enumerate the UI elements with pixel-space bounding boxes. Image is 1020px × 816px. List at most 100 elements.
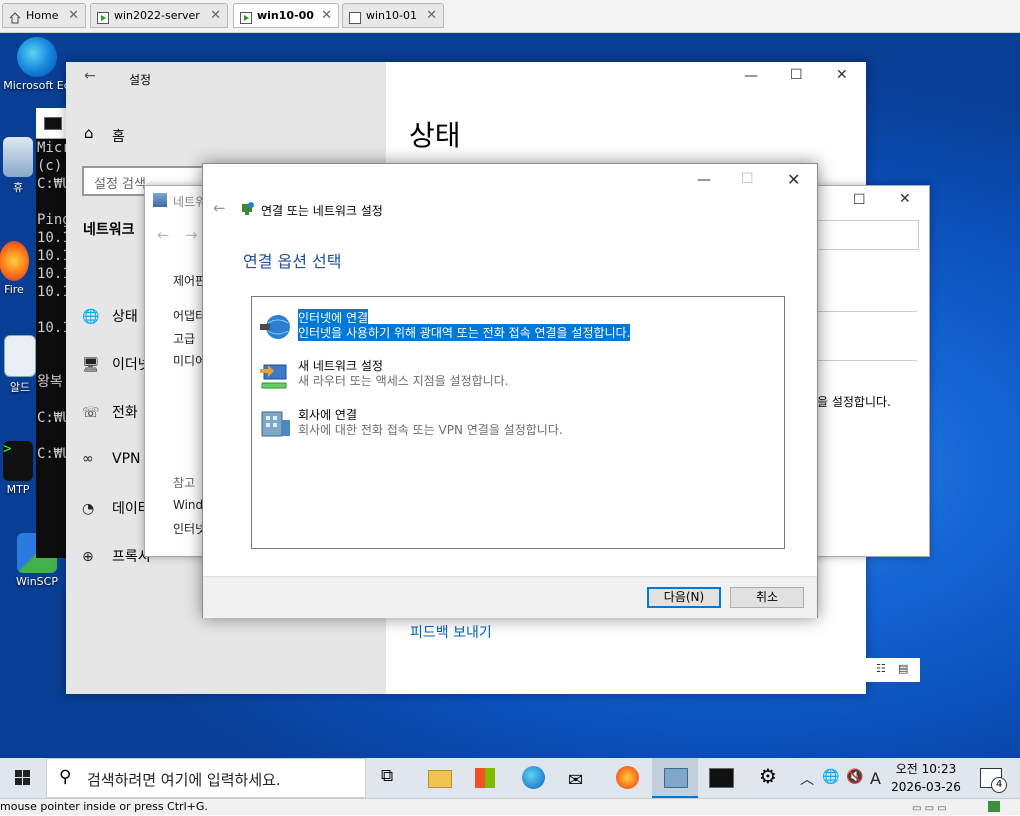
notification-center-icon[interactable]: 4 bbox=[980, 768, 1007, 793]
file-explorer-icon[interactable] bbox=[416, 758, 462, 798]
page-title: 상태 bbox=[409, 119, 461, 152]
search-placeholder: 설정 검색 bbox=[94, 177, 146, 192]
clock-date: 2026-03-26 bbox=[891, 780, 961, 794]
vpn-icon: ∞ bbox=[82, 451, 94, 467]
desktop-icon-label: Microsoft Ed bbox=[3, 79, 71, 92]
clock-time: 오전 10:23 bbox=[895, 762, 957, 776]
cancel-button[interactable]: 취소 bbox=[730, 587, 804, 608]
nav-item-proxy[interactable]: ⊕ 프록시 bbox=[82, 546, 151, 566]
feedback-link[interactable]: 피드백 보내기 bbox=[410, 622, 492, 642]
firefox-icon[interactable] bbox=[604, 758, 650, 798]
windows-logo-icon bbox=[15, 770, 30, 785]
nav-item-vpn[interactable]: ∞ VPN bbox=[82, 451, 141, 467]
data-usage-icon: ◔ bbox=[82, 501, 95, 517]
vm-tab-bar: Home ✕ win2022-server ✕ win10-00 ✕ win10… bbox=[0, 0, 1020, 33]
side-heading: 참고 bbox=[173, 476, 196, 490]
start-button[interactable] bbox=[0, 758, 46, 798]
vm-unity-icon[interactable] bbox=[988, 801, 1000, 812]
desktop-icon-label: WinSCP bbox=[16, 575, 58, 588]
console-taskbar-icon[interactable] bbox=[698, 758, 744, 798]
settings-gear-icon[interactable]: ⚙ bbox=[746, 758, 792, 798]
wizard-footer: 다음(N) 취소 bbox=[203, 576, 817, 618]
connection-options-list[interactable]: 인터넷에 연결 인터넷을 사용하기 위해 광대역 또는 전화 접속 연결을 설정… bbox=[251, 296, 785, 549]
vm-tab-win2022-server[interactable]: win2022-server ✕ bbox=[90, 3, 228, 28]
vm-icon bbox=[240, 9, 252, 24]
ethernet-icon: 🖥 bbox=[82, 357, 100, 373]
show-hidden-icons-chevron-icon[interactable]: ︿ bbox=[800, 769, 814, 789]
console-icon bbox=[44, 117, 62, 130]
maximize-icon[interactable]: ☐ bbox=[853, 192, 866, 208]
divider bbox=[817, 360, 917, 361]
close-icon[interactable]: ✕ bbox=[787, 170, 800, 189]
close-icon[interactable]: ✕ bbox=[210, 4, 221, 27]
desktop: Microsoft Ed 휴 Fire 알드 > MTP WinSCP Micr… bbox=[0, 33, 1020, 758]
back-arrow-icon[interactable]: ← bbox=[213, 199, 226, 217]
minimize-icon[interactable]: — bbox=[744, 68, 758, 84]
vm-icon bbox=[97, 9, 109, 24]
router-icon bbox=[258, 359, 292, 391]
divider bbox=[817, 311, 917, 312]
description-text: 을 설정합니다. bbox=[817, 395, 891, 409]
nav-item-ethernet[interactable]: 🖥 이더넷 bbox=[82, 354, 151, 374]
settings-home-link[interactable]: 홈 bbox=[112, 126, 125, 146]
option-description: 회사에 대한 전화 접속 또는 VPN 연결을 설정합니다. bbox=[298, 423, 563, 437]
vm-tab-home[interactable]: Home ✕ bbox=[2, 3, 86, 28]
globe-icon: 🌐 bbox=[82, 309, 100, 325]
network-globe-icon[interactable]: 🌐 bbox=[822, 769, 839, 785]
close-icon[interactable]: ✕ bbox=[68, 4, 79, 27]
notification-count-badge: 4 bbox=[991, 777, 1007, 793]
network-icon bbox=[153, 193, 167, 207]
home-icon[interactable]: ⌂ bbox=[84, 124, 94, 142]
vm-tab-label: win10-01 bbox=[366, 9, 417, 22]
volume-muted-icon[interactable]: 🔇 bbox=[846, 769, 863, 785]
network-settings-taskbar-icon[interactable] bbox=[652, 758, 698, 798]
firefox-icon bbox=[0, 241, 29, 281]
forward-arrow-icon[interactable]: → bbox=[185, 226, 198, 244]
desktop-icon-edge[interactable]: Microsoft Ed bbox=[2, 37, 72, 92]
vm-tab-label: win2022-server bbox=[114, 9, 200, 22]
tiles-view-icon[interactable]: ▤ bbox=[898, 662, 908, 675]
address-bar[interactable] bbox=[817, 220, 919, 250]
back-arrow-icon[interactable]: ← bbox=[157, 226, 170, 244]
wizard-title: 연결 또는 네트워크 설정 bbox=[261, 204, 383, 218]
close-icon[interactable]: ✕ bbox=[321, 4, 332, 27]
close-icon[interactable]: ✕ bbox=[836, 67, 848, 83]
edge-icon[interactable] bbox=[510, 758, 556, 798]
task-view-icon[interactable]: ⧉ bbox=[368, 758, 414, 798]
settings-section-title: 네트워크 bbox=[83, 222, 135, 238]
vm-tab-win10-01[interactable]: win10-01 ✕ bbox=[342, 3, 444, 28]
internet-globe-icon bbox=[258, 311, 292, 343]
back-arrow-icon[interactable]: ← bbox=[84, 68, 96, 84]
taskbar-search-box[interactable]: ⚲ 검색하려면 여기에 입력하세요. bbox=[46, 758, 366, 798]
view-mode-bar: ☷ ▤ bbox=[866, 658, 920, 682]
vm-devices-icon[interactable]: ▭ ▭ ▭ bbox=[912, 801, 972, 814]
ime-indicator[interactable]: A bbox=[870, 769, 881, 788]
maximize-icon: ☐ bbox=[741, 171, 754, 187]
taskbar: ⚲ 검색하려면 여기에 입력하세요. ⧉ ✉ ⚙ ︿ 🌐 🔇 A 오전 10:2… bbox=[0, 758, 1020, 798]
nav-item-data-usage[interactable]: ◔ 데이터 bbox=[82, 498, 151, 518]
next-button[interactable]: 다음(N) bbox=[647, 587, 721, 608]
search-placeholder: 검색하려면 여기에 입력하세요. bbox=[87, 771, 281, 789]
altools-icon bbox=[4, 335, 36, 377]
vm-tab-label: Home bbox=[26, 9, 59, 22]
mail-icon[interactable]: ✉ bbox=[556, 758, 602, 798]
nav-item-status[interactable]: 🌐 상태 bbox=[82, 306, 138, 326]
settings-title: 설정 bbox=[129, 73, 152, 87]
vm-status-text: mouse pointer inside or press Ctrl+G. bbox=[0, 800, 208, 813]
proxy-globe-icon: ⊕ bbox=[82, 549, 94, 565]
vm-tab-win10-00[interactable]: win10-00 ✕ bbox=[233, 3, 339, 28]
workplace-building-icon bbox=[258, 408, 292, 440]
option-description: 새 라우터 또는 액세스 지점을 설정합니다. bbox=[298, 374, 509, 388]
home-icon bbox=[9, 9, 21, 24]
store-icon[interactable] bbox=[462, 758, 508, 798]
taskbar-clock[interactable]: 오전 10:23 2026-03-26 bbox=[886, 760, 966, 796]
maximize-icon[interactable]: ☐ bbox=[790, 67, 803, 83]
recycle-bin-icon bbox=[3, 137, 33, 177]
close-icon[interactable]: ✕ bbox=[426, 4, 437, 27]
close-icon[interactable]: ✕ bbox=[899, 191, 911, 207]
side-link[interactable]: 고급 bbox=[173, 330, 195, 347]
details-view-icon[interactable]: ☷ bbox=[876, 662, 886, 675]
minimize-icon[interactable]: — bbox=[697, 172, 711, 188]
search-icon: ⚲ bbox=[59, 767, 72, 787]
nav-item-dialup[interactable]: ☏ 전화 bbox=[82, 402, 138, 422]
